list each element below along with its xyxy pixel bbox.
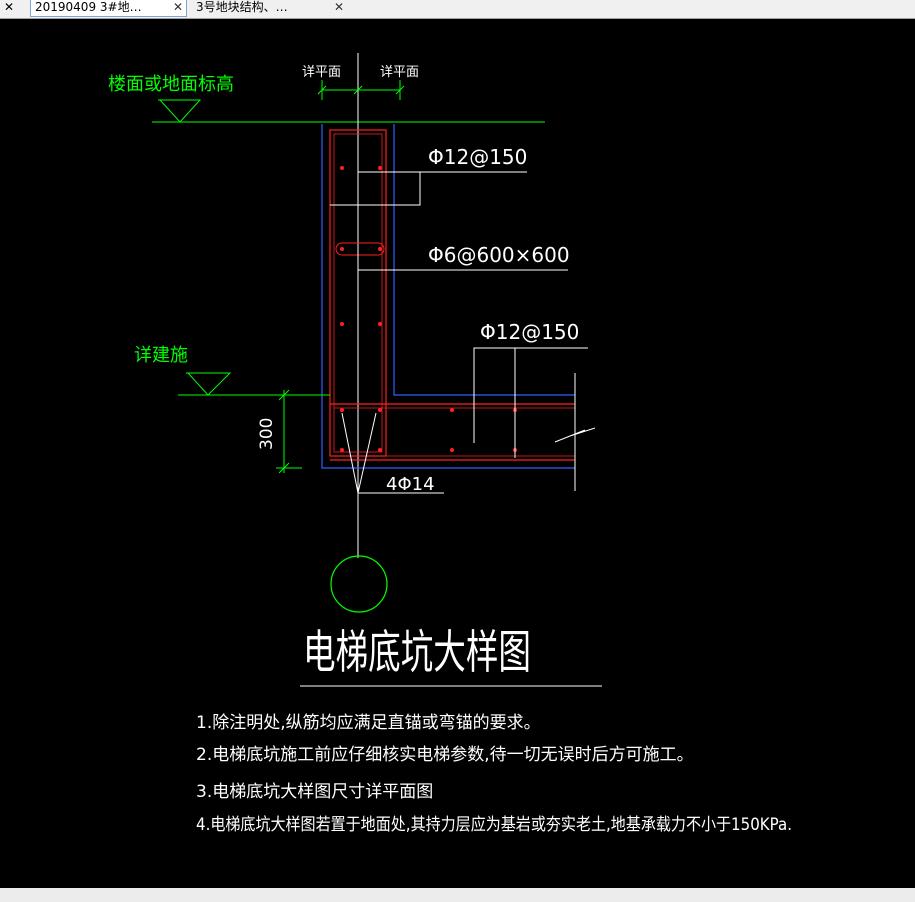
note-4: 4.电梯底坑大样图若置于地面处,其持力层应为基岩或夯实老土,地基承载力不小于15…: [196, 815, 792, 835]
dim-300-label: 300: [257, 418, 277, 450]
rebar-top-label: Φ12@150: [428, 145, 527, 169]
detail-plan-left-label: 详平面: [302, 65, 341, 80]
tab-label: 20190409 3#地…: [35, 0, 142, 14]
tab-drawing-2[interactable]: 3号地块结构、… ✕: [192, 0, 347, 17]
drawing-title: 电梯底坑大样图: [303, 625, 531, 679]
floor-level-label: 楼面或地面标高: [108, 74, 234, 95]
rebar-corner-label: 4Φ14: [386, 474, 435, 495]
rebar-tie-label: Φ6@600×600: [428, 243, 570, 267]
level-triangle-icon: [186, 372, 232, 396]
tab-label: 3号地块结构、…: [196, 0, 288, 14]
rebar-slab-label: Φ12@150: [480, 320, 579, 344]
note-3: 3.电梯底坑大样图尺寸详平面图: [196, 782, 433, 802]
note-2: 2.电梯底坑施工前应仔细核实电梯参数,待一切无误时后方可施工。: [196, 745, 694, 765]
detail-arch-label: 详建施: [134, 345, 188, 366]
close-icon[interactable]: ✕: [173, 0, 183, 15]
leader-top: [330, 171, 527, 206]
close-icon[interactable]: ✕: [334, 0, 344, 15]
detail-plan-right-label: 详平面: [380, 65, 419, 80]
level-triangle-icon: [158, 99, 202, 123]
concrete-outline: [321, 124, 575, 469]
tab-bar: ✕ 20190409 3#地… ✕ 3号地块结构、… ✕: [0, 0, 915, 19]
status-strip: [0, 888, 915, 902]
note-1: 1.除注明处,纵筋均应满足直锚或弯锚的要求。: [196, 713, 541, 733]
leader-corner: [341, 412, 377, 494]
axis-bubble: [330, 555, 388, 613]
drawing-canvas[interactable]: 楼面或地面标高 详平面 详平面 Φ12@150 Φ6@600×600 Φ12@1…: [0, 18, 915, 888]
tab-drawing-1[interactable]: 20190409 3#地… ✕: [30, 0, 187, 17]
rebar-dots: [340, 166, 517, 452]
close-icon[interactable]: ✕: [0, 0, 22, 17]
